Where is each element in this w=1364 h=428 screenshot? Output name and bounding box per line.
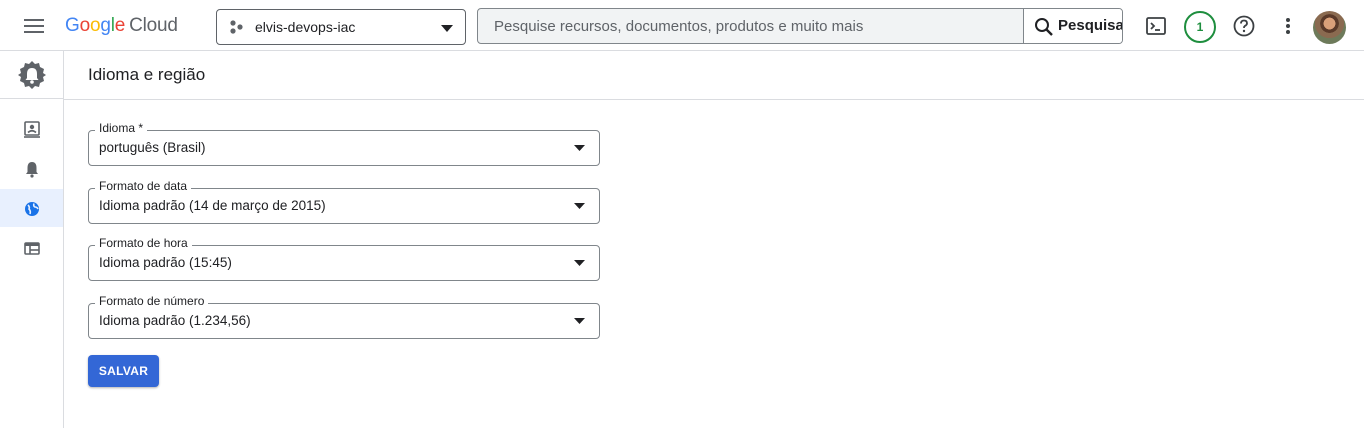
- date-format-label: Formato de data: [95, 179, 192, 193]
- nav-item-account[interactable]: [0, 109, 63, 147]
- help-button[interactable]: [1229, 11, 1259, 41]
- project-hierarchy-icon: [230, 20, 243, 34]
- project-name: elvis-devops-iac: [255, 19, 356, 35]
- search-button[interactable]: Pesquisa: [1023, 9, 1123, 43]
- search-icon: [1035, 18, 1053, 36]
- settings-header: [0, 51, 63, 99]
- help-icon: [1233, 15, 1255, 37]
- search-button-label: Pesquisa: [1058, 17, 1123, 34]
- cloud-shell-icon: [1146, 17, 1166, 35]
- search-input[interactable]: [478, 9, 1023, 43]
- logo-letter: e: [114, 15, 126, 36]
- nav-item-language-region[interactable]: [0, 189, 63, 227]
- chevron-down-icon: [574, 203, 585, 209]
- language-select[interactable]: Idioma * português (Brasil): [88, 121, 600, 166]
- language-label: Idioma *: [95, 121, 148, 135]
- cloud-shell-button[interactable]: [1141, 11, 1171, 41]
- page-header: Idioma e região: [64, 51, 1364, 100]
- date-format-value: Idioma padrão (14 de março de 2015): [99, 198, 326, 213]
- web-table-icon: [24, 242, 40, 255]
- time-format-label: Formato de hora: [95, 236, 192, 250]
- nav-item-notifications[interactable]: [0, 149, 63, 187]
- language-value: português (Brasil): [99, 140, 206, 155]
- number-format-value: Idioma padrão (1.234,56): [99, 313, 251, 328]
- time-format-select[interactable]: Formato de hora Idioma padrão (15:45): [88, 236, 600, 281]
- left-nav-rail: [0, 51, 64, 428]
- chevron-down-icon: [574, 145, 585, 151]
- avatar[interactable]: [1313, 11, 1346, 44]
- more-vert-icon: [1286, 18, 1290, 34]
- notifications-bell-icon: [26, 162, 38, 178]
- hamburger-menu-icon[interactable]: [14, 13, 54, 39]
- account-icon: [24, 121, 40, 138]
- more-options-button[interactable]: [1273, 11, 1303, 41]
- nav-item-web-table[interactable]: [0, 229, 63, 267]
- logo-letter: o: [79, 15, 91, 36]
- number-format-label: Formato de número: [95, 294, 209, 308]
- logo-letter: o: [89, 15, 101, 36]
- logo-letter: G: [65, 15, 80, 36]
- top-bar: GoogleCloud elvis-devops-iac Pesquisa 1: [0, 0, 1364, 51]
- logo-product: Cloud: [129, 15, 178, 36]
- gear-bell-icon: [18, 61, 46, 89]
- time-format-value: Idioma padrão (15:45): [99, 255, 232, 270]
- globe-icon: [25, 202, 39, 216]
- number-format-select[interactable]: Formato de número Idioma padrão (1.234,5…: [88, 294, 600, 339]
- chevron-down-icon: [441, 25, 453, 32]
- google-cloud-logo[interactable]: Google Cloud: [65, 13, 178, 39]
- save-button[interactable]: SALVAR: [88, 355, 159, 387]
- chevron-down-icon: [574, 318, 585, 324]
- page-title: Idioma e região: [88, 65, 206, 84]
- project-picker[interactable]: elvis-devops-iac: [216, 9, 466, 45]
- chevron-down-icon: [574, 260, 585, 266]
- search-bar: Pesquisa: [477, 8, 1123, 44]
- date-format-select[interactable]: Formato de data Idioma padrão (14 de mar…: [88, 179, 600, 224]
- notifications-badge[interactable]: 1: [1184, 11, 1216, 43]
- logo-letter: g: [100, 15, 111, 36]
